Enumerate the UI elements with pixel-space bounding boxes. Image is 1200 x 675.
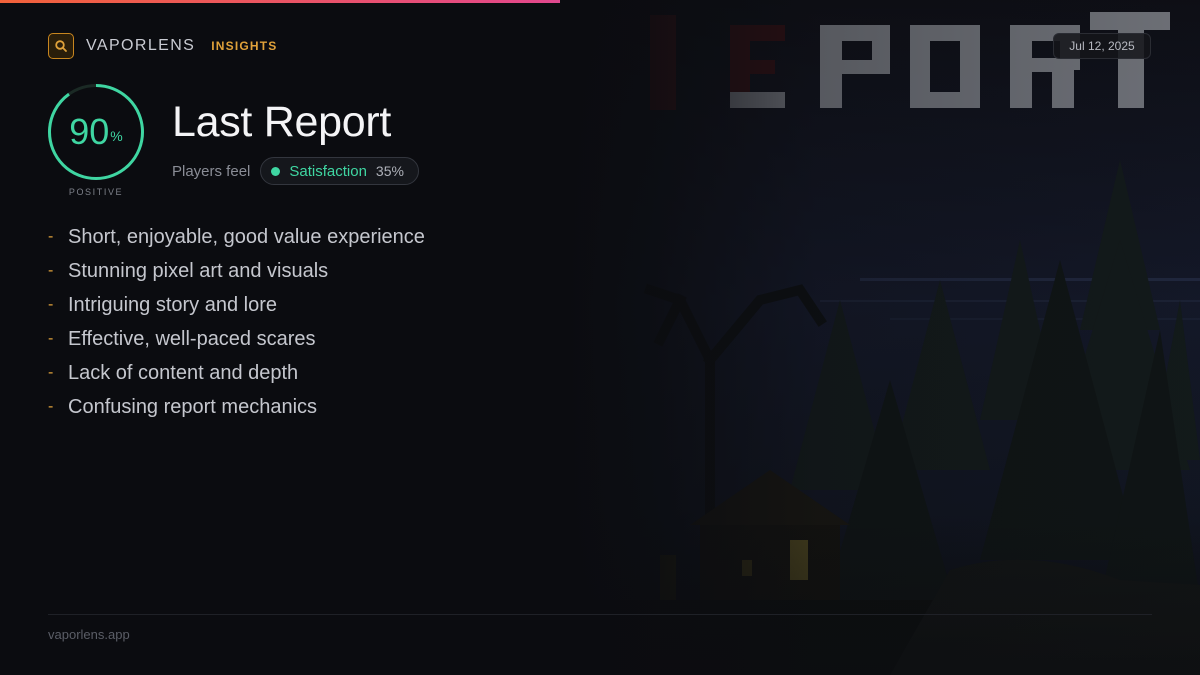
art-fade-bottom-overlay — [560, 520, 1200, 675]
dash-icon: - — [48, 228, 54, 245]
list-item: - Stunning pixel art and visuals — [48, 259, 329, 282]
game-title: Last Report — [172, 98, 391, 146]
highlights-list: - Short, enjoyable, good value experience… — [48, 220, 425, 424]
list-item: - Confusing report mechanics — [48, 395, 318, 418]
sentiment-percent: 35% — [375, 163, 404, 179]
list-item: - Short, enjoyable, good value experience — [48, 225, 425, 248]
dash-icon: - — [48, 262, 54, 279]
sentiment-row: Players feel Satisfaction 35% — [172, 157, 419, 185]
dash-icon: - — [48, 398, 54, 415]
sentiment-name: Satisfaction — [289, 162, 367, 180]
dash-icon: - — [48, 330, 54, 347]
section-label: INSIGHTS — [211, 39, 278, 53]
footer-link[interactable]: vaporlens.app — [48, 627, 130, 642]
score-unit: % — [110, 128, 123, 144]
footer-divider — [48, 614, 1152, 615]
list-item: - Lack of content and depth — [48, 361, 299, 384]
dash-icon: - — [48, 296, 54, 313]
score-label: POSITIVE — [68, 187, 124, 197]
dash-icon: - — [48, 364, 54, 381]
list-item: - Intriguing story and lore — [48, 293, 278, 316]
list-item: - Effective, well-paced scares — [48, 327, 316, 350]
sentiment-dot-icon — [271, 166, 281, 176]
brand[interactable]: VAPORLENS INSIGHTS — [48, 33, 278, 59]
score-value: 90 — [69, 111, 110, 152]
sentiment-label: Players feel — [172, 162, 251, 180]
sentiment-pill: Satisfaction 35% — [260, 157, 419, 185]
score-ring: 90 % — [48, 84, 144, 180]
search-icon — [48, 33, 74, 59]
date-badge: Jul 12, 2025 — [1053, 33, 1151, 59]
brand-name: VAPORLENS — [86, 37, 196, 54]
